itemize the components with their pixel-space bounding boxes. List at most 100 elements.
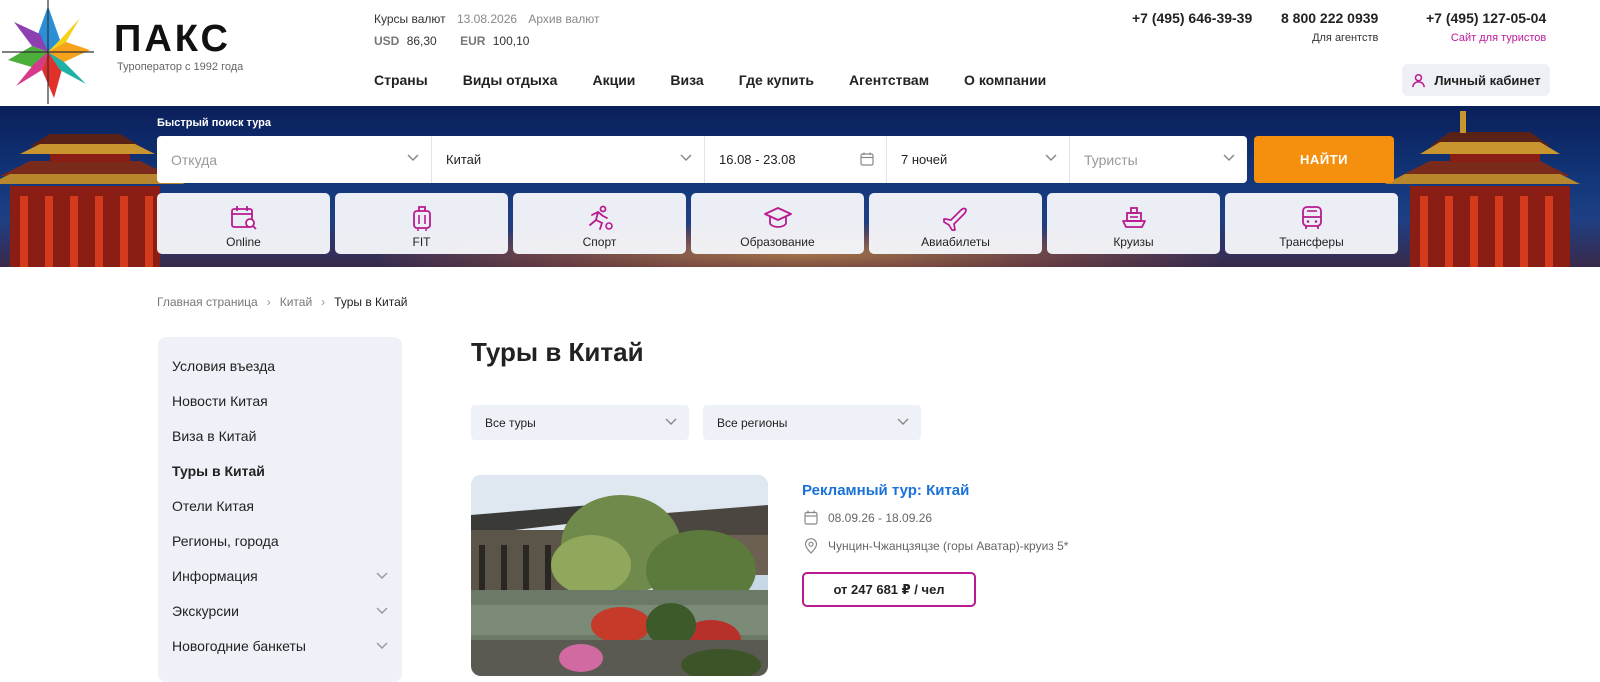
chevron-down-icon	[680, 154, 692, 162]
airplane-icon	[942, 207, 967, 231]
tour-photo[interactable]	[471, 475, 768, 676]
region-filter[interactable]: Все регионы	[703, 405, 921, 440]
category-label: Online	[226, 235, 261, 249]
sidebar-item-label: Виза в Китай	[172, 428, 257, 444]
departure-city-placeholder: Откуда	[171, 151, 218, 168]
sidebar-item-information[interactable]: Информация	[158, 561, 402, 596]
date-range-value: 16.08 - 23.08	[719, 152, 796, 167]
personal-account-button[interactable]: Личный кабинет	[1402, 64, 1550, 96]
quick-search-label: Быстрый поиск тура	[157, 117, 272, 129]
rates-archive-link[interactable]: Архив валют	[528, 12, 599, 26]
chevron-down-icon	[376, 572, 388, 579]
hero-search-banner: Быстрый поиск тура Откуда Китай 16.08 - …	[0, 106, 1600, 267]
main-nav: Страны Виды отдыха Акции Виза Где купить…	[374, 72, 1046, 88]
region-filter-value: Все регионы	[717, 415, 788, 430]
brand-name[interactable]: ПАКС	[114, 18, 231, 61]
sidebar-item-regions[interactable]: Регионы, города	[158, 526, 402, 561]
chevron-down-icon	[407, 154, 419, 162]
category-fit[interactable]: FIT	[335, 193, 508, 254]
tour-location-value: Чунцин-Чжанцзяцзе (горы Аватар)-круиз 5*	[828, 539, 1069, 553]
category-label: Круизы	[1113, 235, 1154, 249]
chevron-down-icon	[376, 607, 388, 614]
phone-number[interactable]: 8 800 222 0939	[1281, 10, 1378, 26]
sidebar-item-label: Экскурсии	[172, 603, 239, 619]
country-value: Китай	[446, 152, 482, 167]
category-transfers[interactable]: Трансферы	[1225, 193, 1398, 254]
temple-illustration	[1385, 111, 1580, 267]
category-tiles: Online FIT Спорт Образование Авиабилеты …	[157, 193, 1398, 254]
category-label: Трансферы	[1279, 235, 1344, 249]
tourists-placeholder: Туристы	[1084, 151, 1138, 168]
nav-item-agencies[interactable]: Агентствам	[849, 72, 929, 88]
sidebar-item-label: Регионы, города	[172, 533, 279, 549]
chevron-down-icon	[897, 418, 909, 425]
category-education[interactable]: Образование	[691, 193, 864, 254]
tour-type-filter[interactable]: Все туры	[471, 405, 689, 440]
rates-date: 13.08.2026	[456, 12, 518, 26]
tour-title-link[interactable]: Рекламный тур: Китай	[802, 482, 969, 499]
chevron-down-icon	[376, 642, 388, 649]
chevron-down-icon	[1223, 154, 1235, 162]
breadcrumb-home[interactable]: Главная страница	[157, 295, 258, 309]
sidebar-item-tours[interactable]: Туры в Китай	[158, 456, 402, 491]
phone-block-agencies: 8 800 222 0939 Для агентств	[1281, 10, 1378, 44]
suitcase-icon	[412, 206, 431, 231]
chevron-down-icon	[1045, 154, 1057, 162]
nights-value: 7 ночей	[901, 152, 948, 167]
tourist-site-link[interactable]: Сайт для туристов	[1426, 32, 1546, 44]
tour-type-filter-value: Все туры	[485, 415, 536, 430]
country-sidebar-menu: Условия въезда Новости Китая Виза в Кита…	[158, 337, 402, 682]
breadcrumb: Главная страница › Китай › Туры в Китай	[157, 295, 407, 309]
breadcrumb-current: Туры в Китай	[334, 295, 408, 309]
user-icon	[1412, 73, 1426, 87]
usd-code: USD	[374, 34, 400, 48]
calendar-icon	[804, 510, 818, 525]
logo-icon[interactable]	[2, 0, 94, 104]
tour-dates: 08.09.26 - 18.09.26	[804, 510, 932, 525]
nights-select[interactable]: 7 ночей	[887, 136, 1070, 183]
phone-block-main: +7 (495) 646-39-39	[1132, 10, 1252, 26]
nav-item-visa[interactable]: Виза	[670, 72, 703, 88]
brand-tagline: Туроператор с 1992 года	[117, 61, 244, 73]
sidebar-item-visa[interactable]: Виза в Китай	[158, 421, 402, 456]
sidebar-item-news[interactable]: Новости Китая	[158, 386, 402, 421]
site-header: ПАКС Туроператор с 1992 года Курсы валют…	[0, 0, 1600, 106]
nav-item-countries[interactable]: Страны	[374, 72, 428, 88]
breadcrumb-china[interactable]: Китай	[280, 295, 312, 309]
nav-item-about[interactable]: О компании	[964, 72, 1046, 88]
find-tours-button[interactable]: НАЙТИ	[1254, 136, 1394, 183]
category-label: FIT	[412, 235, 431, 249]
tour-dates-value: 08.09.26 - 18.09.26	[828, 510, 933, 525]
departure-city-select[interactable]: Откуда	[157, 136, 432, 183]
category-flights[interactable]: Авиабилеты	[869, 193, 1042, 254]
calendar-icon	[860, 152, 874, 166]
eur-value: 100,10	[492, 34, 530, 48]
sidebar-item-label: Отели Китая	[172, 498, 254, 514]
tour-price-button[interactable]: от 247 681 ₽ / чел	[802, 572, 976, 607]
sidebar-item-new-year-banquets[interactable]: Новогодние банкеты	[158, 631, 402, 666]
usd-value: 86,30	[406, 34, 437, 48]
country-select[interactable]: Китай	[432, 136, 705, 183]
sidebar-item-label: Новогодние банкеты	[172, 638, 306, 654]
runner-icon	[588, 205, 613, 230]
chinese-garden-photo	[471, 475, 768, 676]
sidebar-item-excursions[interactable]: Экскурсии	[158, 596, 402, 631]
personal-account-label: Личный кабинет	[1434, 72, 1541, 88]
category-cruises[interactable]: Круизы	[1047, 193, 1220, 254]
sidebar-item-label: Условия въезда	[172, 358, 276, 374]
category-label: Авиабилеты	[921, 235, 990, 249]
phone-number[interactable]: +7 (495) 127-05-04	[1426, 10, 1546, 26]
phone-number[interactable]: +7 (495) 646-39-39	[1132, 10, 1252, 26]
category-label: Спорт	[582, 235, 617, 249]
nav-item-holiday-types[interactable]: Виды отдыха	[463, 72, 558, 88]
phone-block-tourists: +7 (495) 127-05-04 Сайт для туристов	[1426, 10, 1546, 44]
chevron-down-icon	[665, 418, 677, 425]
sidebar-item-hotels[interactable]: Отели Китая	[158, 491, 402, 526]
category-sport[interactable]: Спорт	[513, 193, 686, 254]
nav-item-promotions[interactable]: Акции	[592, 72, 635, 88]
date-range-picker[interactable]: 16.08 - 23.08	[705, 136, 887, 183]
nav-item-where-to-buy[interactable]: Где купить	[739, 72, 814, 88]
tourists-select[interactable]: Туристы	[1070, 136, 1247, 183]
category-online[interactable]: Online	[157, 193, 330, 254]
sidebar-item-entry-conditions[interactable]: Условия въезда	[158, 351, 402, 386]
